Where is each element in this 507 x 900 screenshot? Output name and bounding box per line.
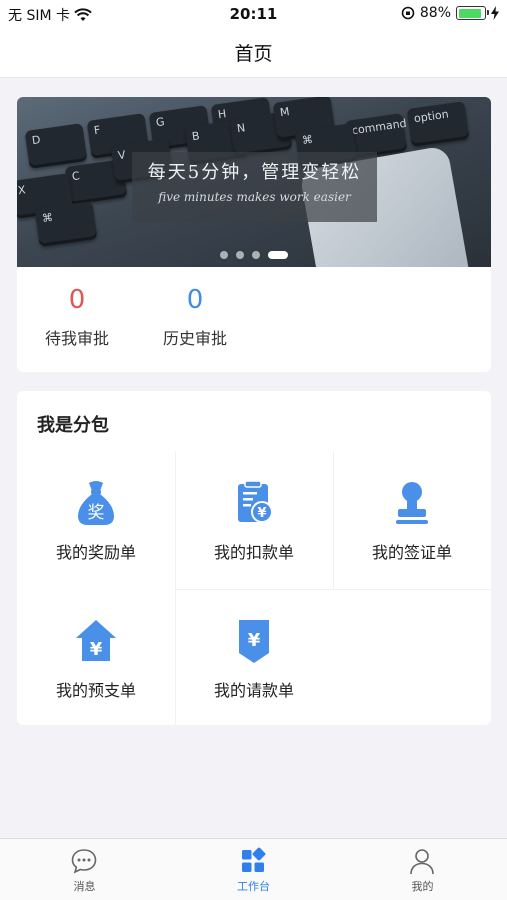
advance-order-item[interactable]: ¥ 我的预支单 xyxy=(17,589,175,724)
carousel-dot[interactable] xyxy=(236,251,244,259)
tab-profile[interactable]: 我的 xyxy=(338,839,507,900)
svg-text:奖: 奖 xyxy=(88,503,105,523)
tab-messages-label: 消息 xyxy=(73,880,96,893)
carousel-dot-active[interactable] xyxy=(268,251,288,259)
banner-key: option xyxy=(406,101,470,147)
deduction-order-item[interactable]: ¥ 我的扣款单 xyxy=(175,451,333,586)
page-title: 首页 xyxy=(234,43,273,65)
tab-profile-label: 我的 xyxy=(411,880,434,893)
money-bag-icon: 奖 xyxy=(78,481,114,525)
battery-percent: 88% xyxy=(419,5,451,21)
history-approval-label: 历史审批 xyxy=(162,329,227,348)
history-approval-stat[interactable]: 0 历史审批 xyxy=(135,283,255,349)
yen-doc-icon: ¥ xyxy=(239,620,269,663)
status-bar: 无 SIM 卡 20:11 88% xyxy=(0,0,507,28)
svg-text:¥: ¥ xyxy=(257,506,266,521)
house-yen-icon: ¥ xyxy=(76,620,116,661)
subcontract-card: 我是分包 奖 我的奖励单 ¥ 我的扣款单 我的签证单 ¥ 我的预支单 ¥ 我的请… xyxy=(17,391,491,725)
banner-carousel[interactable]: D F G H B N M C V X ⌘ command option ⌘ 每… xyxy=(17,97,491,267)
visa-order-label: 我的签证单 xyxy=(371,543,452,562)
tab-workbench[interactable]: 工作台 xyxy=(169,839,338,900)
person-icon xyxy=(410,849,434,875)
carousel-dot[interactable] xyxy=(252,251,260,259)
approval-stats: 0 待我审批 0 历史审批 xyxy=(17,267,491,372)
banner-subtitle: five minutes makes work easier xyxy=(158,190,351,204)
visa-order-item[interactable]: 我的签证单 xyxy=(333,451,491,586)
history-approval-count: 0 xyxy=(186,285,204,315)
overview-card: D F G H B N M C V X ⌘ command option ⌘ 每… xyxy=(17,97,491,372)
orientation-lock-icon xyxy=(401,6,415,20)
reward-order-item[interactable]: 奖 我的奖励单 xyxy=(17,451,175,586)
carousel-indicator xyxy=(17,251,491,259)
advance-order-label: 我的预支单 xyxy=(55,681,136,700)
banner-caption: 每天5分钟，管理变轻松 five minutes makes work easi… xyxy=(132,152,377,222)
deduction-doc-icon: ¥ xyxy=(238,480,273,523)
status-right: 88% xyxy=(401,5,499,21)
banner-title: 每天5分钟，管理变轻松 xyxy=(147,162,362,183)
chat-bubble-icon xyxy=(71,849,97,874)
tab-bar: 消息 工作台 我的 xyxy=(0,838,507,900)
banner-key: ⌘ xyxy=(34,201,98,247)
tab-messages[interactable]: 消息 xyxy=(0,839,169,900)
section-title: 我是分包 xyxy=(37,415,109,436)
payment-request-item[interactable]: ¥ 我的请款单 xyxy=(175,589,333,724)
banner-key: D xyxy=(24,123,88,169)
payment-request-label: 我的请款单 xyxy=(213,681,294,700)
stamp-icon xyxy=(396,482,428,524)
svg-text:¥: ¥ xyxy=(248,630,261,651)
reward-order-label: 我的奖励单 xyxy=(55,543,136,562)
svg-text:¥: ¥ xyxy=(90,639,103,660)
pending-approval-label: 待我审批 xyxy=(44,329,109,348)
charging-bolt-icon xyxy=(491,6,499,20)
grid-icon xyxy=(242,847,266,872)
pending-approval-stat[interactable]: 0 待我审批 xyxy=(17,283,137,349)
battery-icon xyxy=(456,6,489,20)
deduction-order-label: 我的扣款单 xyxy=(213,543,294,562)
pending-approval-count: 0 xyxy=(68,285,86,315)
nav-bar: 首页 xyxy=(0,28,507,78)
tab-workbench-label: 工作台 xyxy=(237,880,270,893)
carousel-dot[interactable] xyxy=(220,251,228,259)
